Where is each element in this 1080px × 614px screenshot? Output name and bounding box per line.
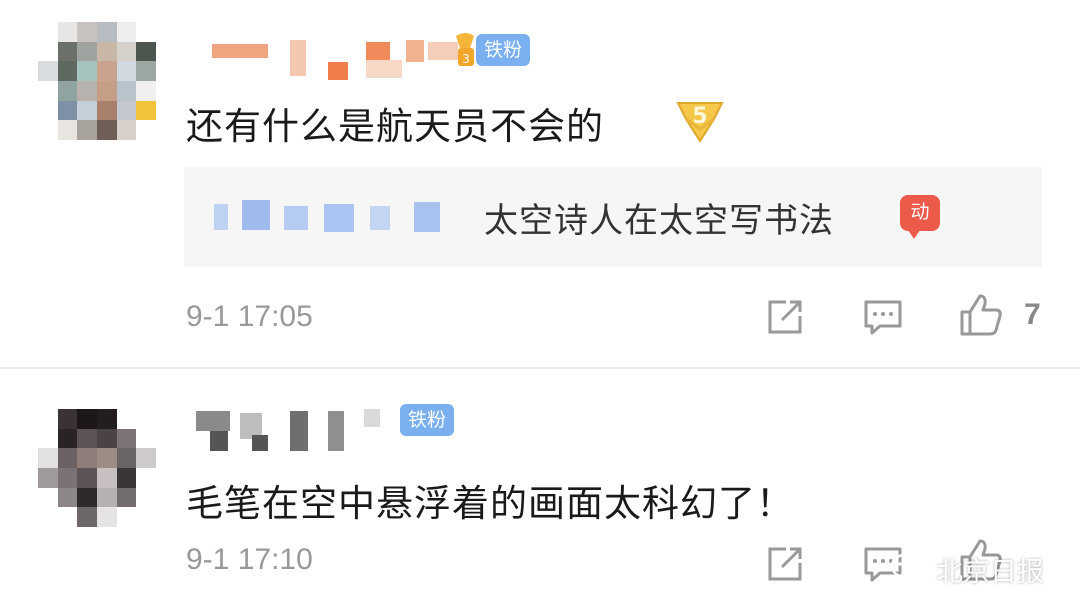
quote-author-blurred: [214, 200, 470, 234]
level-5-badge-emoji-icon: 5: [676, 102, 724, 143]
wechat-icon: [890, 553, 930, 584]
quote-text: 太空诗人在太空写书法: [484, 201, 834, 241]
comment-item: 3 铁粉 还有什么是航天员不会的 5 太空诗人在太空写书法 动 9-1 17:0…: [0, 0, 1080, 368]
avatar[interactable]: [38, 22, 156, 140]
comment-text: 毛笔在空中悬浮着的画面太科幻了！: [186, 482, 794, 525]
comment-timestamp: 9-1 17:10: [186, 543, 313, 576]
like-icon: [960, 294, 1002, 336]
share-icon: [768, 547, 802, 581]
fan-badge: 铁粉: [476, 34, 531, 66]
comment-text: 还有什么是航天员不会的: [186, 105, 604, 148]
fan-badge: 铁粉: [400, 404, 455, 436]
share-button[interactable]: [764, 296, 806, 338]
comment-timestamp: 9-1 17:05: [186, 300, 313, 333]
reply-button[interactable]: [862, 296, 904, 338]
reply-icon: [864, 300, 902, 335]
avatar-mosaic: [38, 409, 156, 527]
username-blurred[interactable]: [200, 32, 458, 80]
like-button[interactable]: 7: [958, 292, 1041, 338]
quoted-post[interactable]: 太空诗人在太空写书法 动: [184, 167, 1042, 267]
share-button[interactable]: [764, 543, 806, 585]
avatar[interactable]: [38, 409, 156, 527]
dynamic-badge: 动: [900, 195, 940, 239]
svg-text:3: 3: [462, 52, 470, 66]
watermark: 北京日报: [890, 550, 1044, 589]
level-icon: 3: [456, 33, 474, 66]
fan-badge-group: 铁粉: [400, 404, 455, 436]
share-icon: [768, 300, 802, 334]
watermark-text: 北京日报: [936, 557, 1044, 588]
svg-text:5: 5: [692, 104, 707, 129]
username-blurred[interactable]: [192, 407, 392, 455]
avatar-mosaic: [38, 22, 156, 140]
like-count: 7: [1024, 298, 1041, 331]
fan-badge-group: 3 铁粉: [452, 30, 531, 70]
